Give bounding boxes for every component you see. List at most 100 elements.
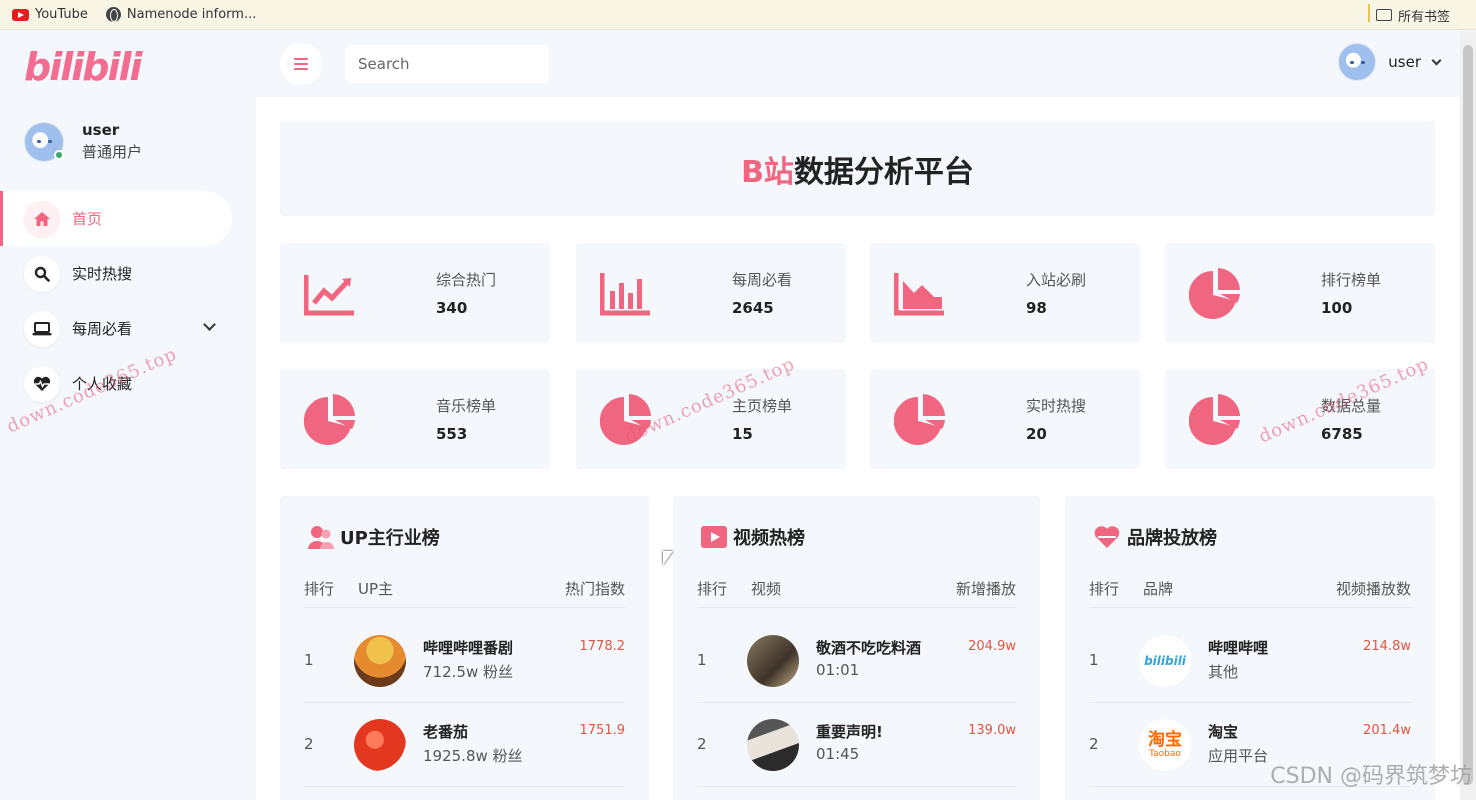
column-header: 新增播放 — [955, 580, 1016, 598]
page-title: B站 数据分析平台 — [280, 121, 1435, 216]
video-thumbnail — [747, 719, 799, 771]
panel-title: 视频热榜 — [701, 524, 805, 550]
bilibili-logo[interactable]: bilibili — [24, 45, 143, 89]
up-avatar — [354, 635, 406, 687]
brand-logo-text: 淘宝 — [1148, 729, 1182, 750]
column-header: 排行 — [697, 580, 728, 598]
column-header: UP主 — [358, 580, 394, 598]
brand-logo: 淘宝 Taobao — [1139, 719, 1191, 771]
stat-card[interactable]: 每周必看 2645 — [576, 243, 846, 343]
menu-icon — [294, 58, 308, 60]
stat-value: 98 — [1026, 299, 1047, 317]
row-sub: 712.5w 粉丝 — [423, 663, 513, 681]
top-header: user — [256, 31, 1460, 97]
row-name: 哔哩哔哩番剧 — [423, 639, 514, 657]
bookmark-label: YouTube — [35, 7, 88, 22]
bookmark-namenode[interactable]: Namenode inform... — [105, 7, 256, 22]
stat-label: 综合热门 — [436, 271, 497, 289]
stat-value: 6785 — [1321, 425, 1363, 443]
avatar — [24, 121, 64, 162]
sidebar-item-label: 首页 — [72, 210, 103, 228]
table-header: 排行 品牌 视频播放数 — [1089, 578, 1411, 608]
panel-title-text: 品牌投放榜 — [1127, 528, 1217, 549]
row-value: 1751.9 — [579, 723, 626, 738]
header-user-name: user — [1388, 53, 1421, 71]
column-header: 排行 — [1089, 580, 1120, 598]
row-name: 重要声明! — [816, 723, 883, 741]
table-row[interactable]: 1 敬酒不吃吃料酒 01:01 204.9w — [697, 619, 1016, 703]
bookmark-youtube[interactable]: YouTube — [12, 7, 88, 22]
video-thumbnail — [747, 635, 799, 687]
stat-card[interactable]: 综合热门 340 — [280, 243, 550, 343]
users-icon — [308, 526, 334, 549]
bookmarks-bar: YouTube Namenode inform... 所有书签 — [0, 0, 1476, 30]
stat-card[interactable]: 入站必刷 98 — [870, 243, 1140, 343]
row-value: 201.4w — [1363, 723, 1411, 738]
panel-video-ranking: 视频热榜 排行 视频 新增播放 1 敬酒不吃吃料酒 01:01 204.9w 2… — [673, 496, 1040, 800]
sidebar-item-home[interactable]: 首页 — [0, 191, 232, 246]
panel-title-text: 视频热榜 — [733, 528, 805, 549]
column-header: 排行 — [304, 580, 335, 598]
line-chart-icon — [304, 275, 354, 316]
pie-chart-icon — [894, 394, 945, 445]
table-row[interactable]: 1 哔哩哔哩番剧 712.5w 粉丝 1778.2 — [304, 619, 625, 703]
bar-chart-icon — [600, 273, 650, 316]
row-rank: 1 — [1089, 651, 1099, 669]
row-sub: 1925.8w 粉丝 — [423, 747, 523, 765]
panel-up-ranking: UP主行业榜 排行 UP主 热门指数 1 哔哩哔哩番剧 712.5w 粉丝 17… — [280, 496, 649, 800]
sidebar-item-weekly[interactable]: 每周必看 — [0, 301, 256, 356]
search-icon — [24, 255, 60, 292]
stat-label: 入站必刷 — [1026, 271, 1087, 289]
panel-brand-ranking: 品牌投放榜 排行 品牌 视频播放数 1 bilibili 哔哩哔哩 其他 214… — [1065, 496, 1435, 800]
up-avatar — [354, 719, 406, 771]
stat-card[interactable]: 实时热搜 20 — [870, 369, 1140, 469]
row-name: 敬酒不吃吃料酒 — [816, 639, 922, 657]
chevron-down-icon — [1431, 55, 1442, 65]
stat-card[interactable]: 主页榜单 15 — [576, 369, 846, 469]
stat-value: 15 — [732, 425, 753, 443]
stat-card[interactable]: 音乐榜单 553 — [280, 369, 550, 469]
row-value: 204.9w — [968, 639, 1016, 654]
user-menu[interactable]: user — [1338, 43, 1442, 81]
row-rank: 2 — [1089, 735, 1099, 753]
panel-title: UP主行业榜 — [308, 524, 440, 550]
row-rank: 2 — [697, 735, 707, 753]
pie-chart-icon — [1189, 268, 1240, 319]
table-row[interactable]: 1 bilibili 哔哩哔哩 其他 214.8w — [1089, 619, 1411, 703]
stat-value: 340 — [436, 299, 468, 317]
row-value: 1778.2 — [579, 639, 626, 654]
panel-title: 品牌投放榜 — [1093, 524, 1217, 550]
row-value: 214.8w — [1363, 639, 1411, 654]
chevron-down-icon[interactable] — [203, 318, 216, 331]
stat-card[interactable]: 排行榜单 100 — [1165, 243, 1435, 343]
heart-icon — [1094, 526, 1120, 548]
brand-logo: bilibili — [1139, 635, 1191, 687]
row-name: 老番茄 — [423, 723, 469, 741]
row-rank: 1 — [697, 651, 707, 669]
table-header: 排行 UP主 热门指数 — [304, 578, 625, 608]
scrollbar-thumb[interactable] — [1463, 45, 1473, 785]
online-status-icon — [54, 149, 64, 160]
page-title-accent: B站 — [741, 154, 794, 190]
row-sub: 应用平台 — [1208, 747, 1269, 765]
search-input[interactable] — [345, 45, 549, 83]
table-header: 排行 视频 新增播放 — [697, 578, 1016, 608]
stat-value: 2645 — [732, 299, 774, 317]
stat-label: 每周必看 — [732, 271, 793, 289]
row-name: 哔哩哔哩 — [1208, 639, 1269, 657]
table-row[interactable]: 2 老番茄 1925.8w 粉丝 1751.9 — [304, 703, 625, 787]
column-header: 视频 — [751, 580, 782, 598]
brand-logo-text: bilibili — [1144, 654, 1186, 668]
page-title-rest: 数据分析平台 — [793, 154, 974, 190]
sidebar-item-realtime-search[interactable]: 实时热搜 — [0, 246, 256, 301]
row-value: 139.0w — [968, 723, 1016, 738]
row-rank: 2 — [304, 735, 314, 753]
area-chart-icon — [894, 273, 944, 316]
stat-value: 100 — [1321, 299, 1353, 317]
row-sub: 01:45 — [816, 745, 860, 763]
folder-icon — [1375, 9, 1392, 21]
page-scrollbar[interactable] — [1460, 31, 1476, 800]
all-bookmarks-button[interactable]: 所有书签 — [1375, 0, 1450, 30]
table-row[interactable]: 2 重要声明! 01:45 139.0w — [697, 703, 1016, 787]
menu-toggle-button[interactable] — [280, 43, 322, 85]
